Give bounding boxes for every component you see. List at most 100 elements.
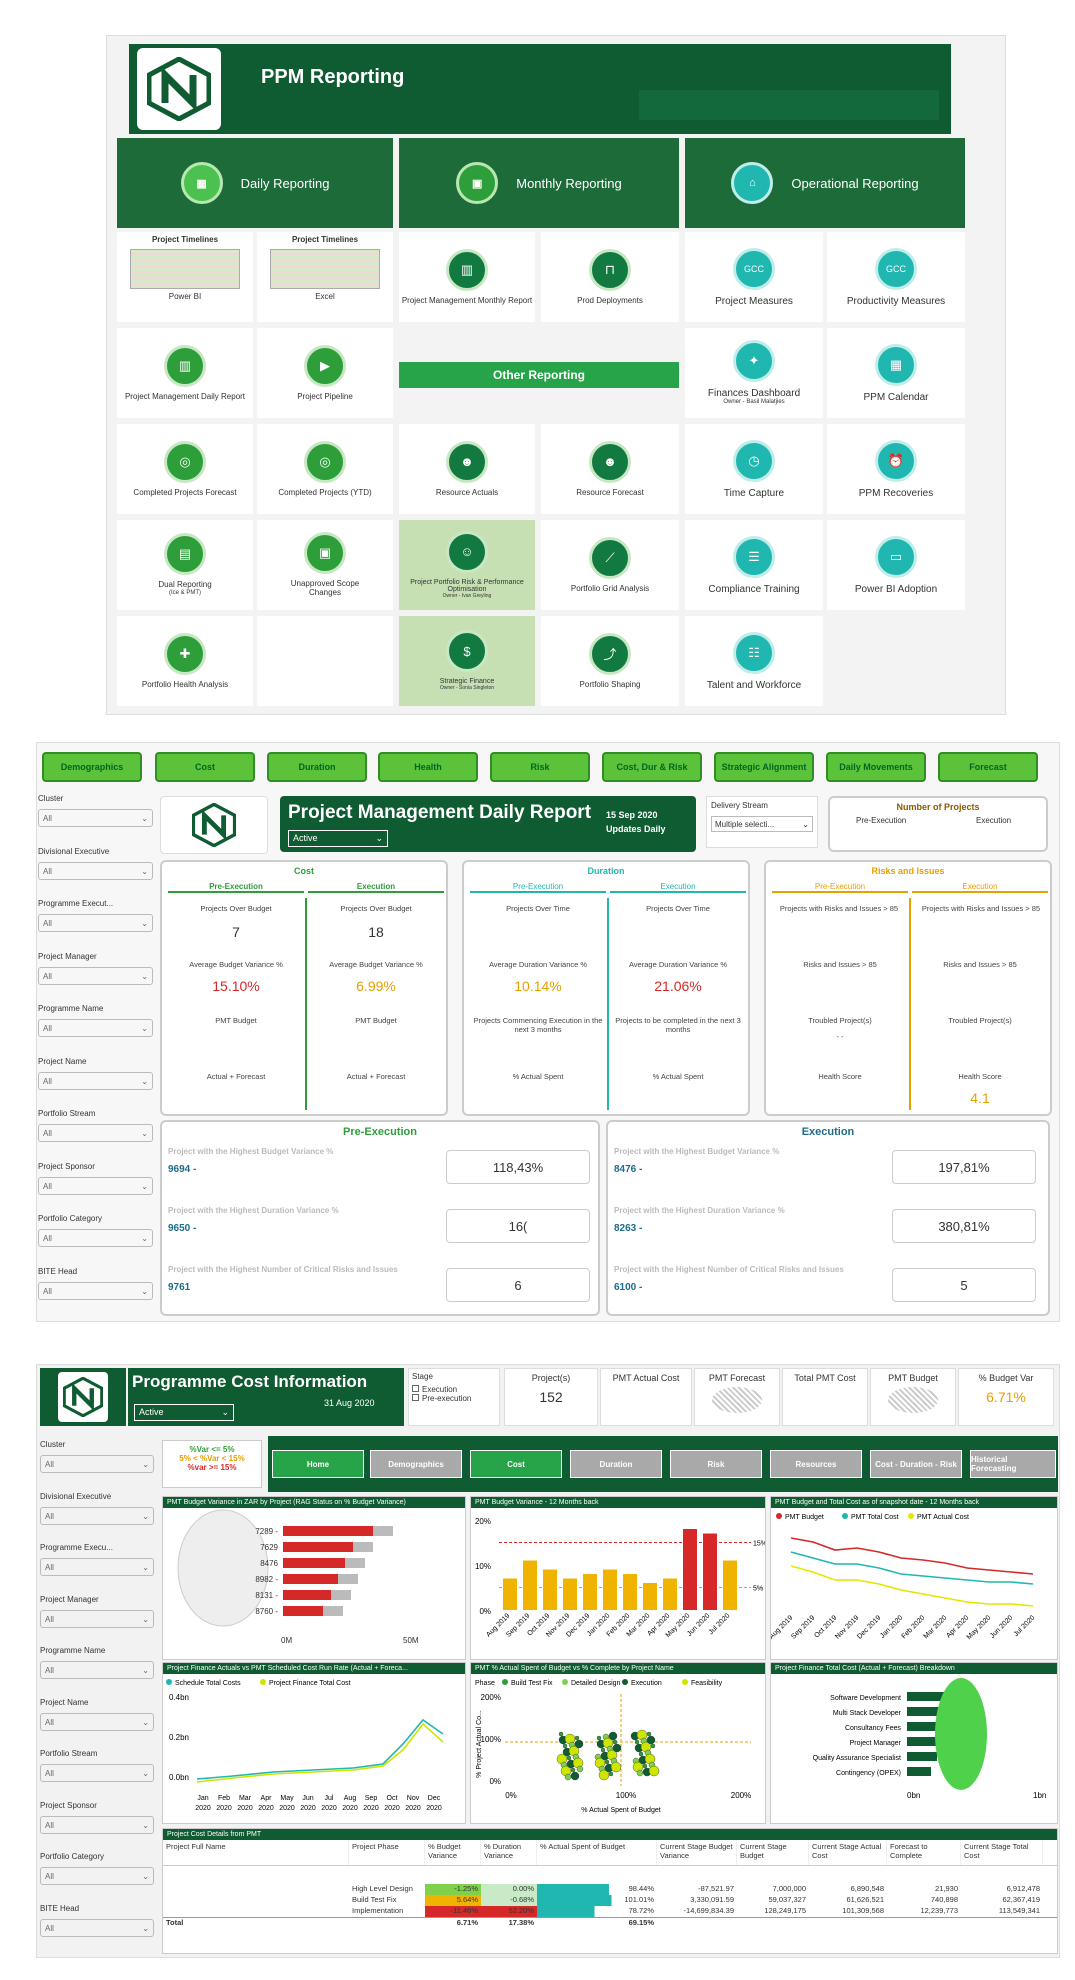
delivery-stream-filter[interactable]: Delivery Stream Multiple selecti... ⌄ <box>706 796 818 848</box>
prog-nav-4[interactable]: Risk <box>670 1450 762 1478</box>
checkbox-icon[interactable] <box>412 1385 419 1392</box>
filter-dropdown[interactable]: All ⌄ <box>40 1815 154 1834</box>
filter-dropdown[interactable]: All ⌄ <box>38 1071 153 1090</box>
nav-button-8[interactable]: Forecast <box>938 752 1038 782</box>
delivery-value: Multiple selecti... <box>715 820 775 829</box>
other-reporting-header[interactable]: Other Reporting <box>399 362 679 388</box>
filter-dropdown[interactable]: All ⌄ <box>38 914 153 932</box>
risk-perf-tile[interactable]: ☺ Project Portfolio Risk & Performance Op… <box>399 520 535 610</box>
operational-reporting-header[interactable]: ⌂ Operational Reporting <box>685 138 965 228</box>
prog-nav-3[interactable]: Duration <box>570 1450 662 1478</box>
filter-dropdown[interactable]: All ⌄ <box>38 966 153 985</box>
filter-value: All <box>45 1717 54 1727</box>
health-tile[interactable]: ✚ Portfolio Health Analysis <box>117 616 253 706</box>
filter-dropdown[interactable]: All ⌄ <box>40 1558 154 1576</box>
recoveries-tile[interactable]: ⏰ PPM Recoveries <box>827 424 965 514</box>
res-actuals-tile[interactable]: ☻ Resource Actuals <box>399 424 535 514</box>
table-header-cell: Current Stage Actual Cost <box>809 1840 887 1865</box>
monthly-reporting-header[interactable]: ▣ Monthly Reporting <box>399 138 679 228</box>
stage-opt-execution[interactable]: Execution <box>412 1385 496 1394</box>
x-tick: Jun 2020 <box>989 1614 1014 1639</box>
filter-dropdown[interactable]: All ⌄ <box>38 1019 153 1037</box>
prog-nav-0[interactable]: Home <box>272 1450 364 1478</box>
timeline-powerbi-tile[interactable]: Project Timelines Power BI <box>117 232 253 322</box>
nav-button-0[interactable]: Demographics <box>42 752 142 782</box>
prog-nav-6[interactable]: Cost - Duration - Risk <box>870 1450 962 1478</box>
filter-dropdown[interactable]: All ⌄ <box>38 1281 153 1300</box>
nav-button-5[interactable]: Cost, Dur & Risk <box>602 752 702 782</box>
grid-tile[interactable]: ⟋ Portfolio Grid Analysis <box>541 520 679 610</box>
x-tick: Mar <box>239 1795 252 1802</box>
checkbox-icon[interactable] <box>412 1394 419 1401</box>
calendar-tile[interactable]: ▦ PPM Calendar <box>827 328 965 418</box>
nav-button-3[interactable]: Health <box>378 752 478 782</box>
kpi-value: 6.71% <box>986 1389 1026 1405</box>
stage-opt-label: Pre-execution <box>422 1394 472 1403</box>
filter-dropdown[interactable]: All ⌄ <box>40 1918 154 1937</box>
shaping-tile[interactable]: ⤴ Portfolio Shaping <box>541 616 679 706</box>
finances-tile[interactable]: ✦ Finances Dashboard Owner - Basil Malatji… <box>685 328 823 418</box>
nav-button-6[interactable]: Strategic Alignment <box>714 752 814 782</box>
unapproved-tile[interactable]: ▣ Unapproved Scope Changes <box>257 520 393 610</box>
kpi-forecast: PMT Forecast <box>694 1368 780 1426</box>
delivery-select[interactable]: Multiple selecti... ⌄ <box>711 816 813 832</box>
cp-ytd-tile[interactable]: ◎ Completed Projects (YTD) <box>257 424 393 514</box>
prog-status-dropdown[interactable]: Active ⌄ <box>134 1404 234 1421</box>
adoption-tile[interactable]: ▭ Power BI Adoption <box>827 520 965 610</box>
nav-button-4[interactable]: Risk <box>490 752 590 782</box>
res-forecast-tile[interactable]: ☻ Resource Forecast <box>541 424 679 514</box>
pm-monthly-tile[interactable]: ▥ Project Management Monthly Report <box>399 232 535 322</box>
compliance-tile[interactable]: ☰ Compliance Training <box>685 520 823 610</box>
talent-tile[interactable]: ☷ Talent and Workforce <box>685 616 823 706</box>
x-tick: Dec <box>428 1795 441 1802</box>
tile-label: Project Pipeline <box>297 391 353 401</box>
risk-l4: Health Score <box>958 1072 1002 1081</box>
productivity-measures-tile[interactable]: GCC Productivity Measures <box>827 232 965 322</box>
prog-nav-1[interactable]: Demographics <box>370 1450 462 1478</box>
filter-value: All <box>45 1614 54 1624</box>
filter-dropdown[interactable]: All ⌄ <box>38 1176 153 1195</box>
timeline-excel-tile[interactable]: Project Timelines Excel <box>257 232 393 322</box>
nav-button-1[interactable]: Cost <box>155 752 255 782</box>
x-tick-year: 2020 <box>363 1805 379 1812</box>
x-tick-year: 2020 <box>279 1805 295 1812</box>
filter-dropdown[interactable]: All ⌄ <box>40 1867 154 1885</box>
scatter-point <box>604 1759 610 1765</box>
filter-value: All <box>45 1872 54 1881</box>
daily-reporting-header[interactable]: ▦ Daily Reporting <box>117 138 393 228</box>
prod-deploy-tile[interactable]: ⊓ Prod Deployments <box>541 232 679 322</box>
pipeline-tile[interactable]: ▶ Project Pipeline <box>257 328 393 418</box>
filter-dropdown[interactable]: All ⌄ <box>40 1764 154 1782</box>
filter-dropdown[interactable]: All ⌄ <box>38 861 153 880</box>
filter-dropdown[interactable]: All ⌄ <box>38 809 153 827</box>
filter-dropdown[interactable]: All ⌄ <box>40 1661 154 1679</box>
prog-nav-7[interactable]: Historical Forecasting <box>970 1450 1056 1478</box>
project-measures-tile[interactable]: GCC Project Measures <box>685 232 823 322</box>
nav-button-7[interactable]: Daily Movements <box>826 752 926 782</box>
filter-dropdown[interactable]: All ⌄ <box>40 1712 154 1731</box>
dual-tile[interactable]: ▤ Dual Reporting (Ice & PMT) <box>117 520 253 610</box>
scatter-point <box>642 1763 648 1769</box>
prog-nav-5[interactable]: Resources <box>770 1450 862 1478</box>
stage-opt-pre[interactable]: Pre-execution <box>412 1394 496 1403</box>
x-tick-year: 2020 <box>258 1805 274 1812</box>
chevron-down-icon: ⌄ <box>141 919 148 928</box>
prog-filter-3: Project Manager All ⌄ <box>40 1595 154 1628</box>
filter-dropdown[interactable]: All ⌄ <box>40 1455 154 1473</box>
chart4-title: Project Finance Actuals vs PMT Scheduled… <box>163 1663 465 1674</box>
filter-dropdown[interactable]: All ⌄ <box>38 1124 153 1142</box>
x-tick-year: 2020 <box>342 1805 358 1812</box>
cpf-tile[interactable]: ◎ Completed Projects Forecast <box>117 424 253 514</box>
bar-remainder <box>338 1574 358 1584</box>
filter-dropdown[interactable]: All ⌄ <box>40 1609 154 1628</box>
pm-daily-tile[interactable]: ▥ Project Management Daily Report <box>117 328 253 418</box>
nav-button-2[interactable]: Duration <box>267 752 367 782</box>
prog-nav-2[interactable]: Cost <box>470 1450 562 1478</box>
series-line <box>790 1537 1034 1575</box>
time-capture-tile[interactable]: ◷ Time Capture <box>685 424 823 514</box>
filter-dropdown[interactable]: All ⌄ <box>38 1229 153 1247</box>
risk-l1: Projects with Risks and Issues > 85 <box>779 904 899 913</box>
status-dropdown[interactable]: Active ⌄ <box>288 830 388 847</box>
strat-fin-tile[interactable]: $ Strategic Finance Owner - Sonia Singleto… <box>399 616 535 706</box>
filter-dropdown[interactable]: All ⌄ <box>40 1506 154 1525</box>
